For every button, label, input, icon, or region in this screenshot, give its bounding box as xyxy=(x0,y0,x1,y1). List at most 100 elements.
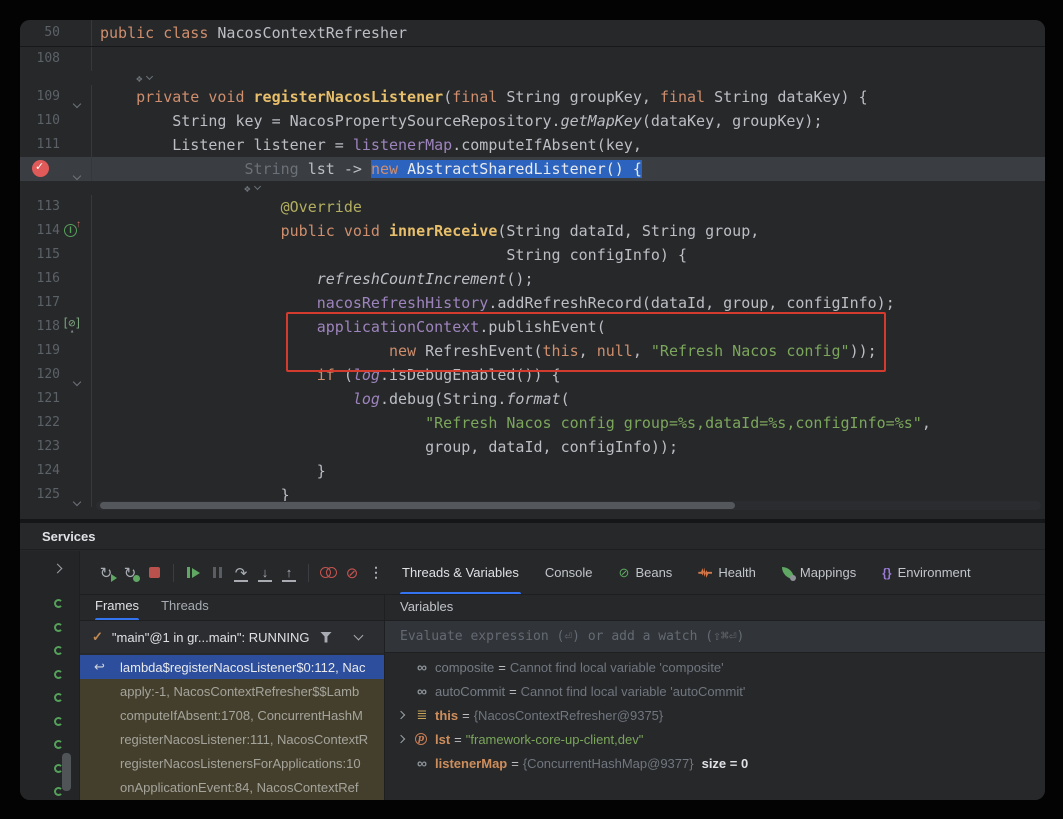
variables-pane-label: Variables xyxy=(385,595,1045,621)
code-segment: public class xyxy=(100,24,217,42)
rerun-button[interactable]: ↻ xyxy=(95,562,117,584)
chevron-down-icon[interactable] xyxy=(354,631,364,641)
tab-environment[interactable]: {}Environment xyxy=(882,551,970,594)
code-line: String lst -> new AbstractSharedListener… xyxy=(20,157,1045,181)
line-number[interactable]: 109 xyxy=(20,85,60,109)
line-number[interactable]: 124 xyxy=(20,459,60,483)
service-running-icon[interactable] xyxy=(54,717,63,726)
expand-services-icon[interactable] xyxy=(53,564,63,574)
variable-row[interactable]: autoCommit = Cannot find local variable … xyxy=(385,679,1045,703)
service-running-icon[interactable] xyxy=(54,740,63,749)
expand-chevron-icon[interactable] xyxy=(397,735,405,743)
no-suspend-marker-icon[interactable] xyxy=(62,316,81,330)
code-segment xyxy=(100,270,317,288)
thread-selector[interactable]: ✓ "main"@1 in gr...main": RUNNING xyxy=(80,621,384,653)
services-panel: Services ↻↻↷↓↑⊘⋮ Threads & VariablesCons… xyxy=(20,519,1045,800)
fold-chevron-icon[interactable] xyxy=(74,491,80,509)
code-line: 114 public void innerReceive(String data… xyxy=(20,219,1045,243)
evaluate-expression-input[interactable]: Evaluate expression (⏎) or add a watch (… xyxy=(385,621,1045,653)
service-running-icon[interactable] xyxy=(54,693,63,702)
code-line: 117 nacosRefreshHistory.addRefreshRecord… xyxy=(20,291,1045,315)
step-into-button[interactable]: ↓ xyxy=(254,562,276,584)
rerun-debug-button[interactable]: ↻ xyxy=(119,562,141,584)
line-number[interactable]: 114 xyxy=(20,219,60,243)
line-number[interactable]: 120 xyxy=(20,363,60,387)
more-actions-button[interactable]: ⋮ xyxy=(365,562,387,584)
code-segment xyxy=(100,342,389,360)
screen: 50 public class NacosContextRefresher 10… xyxy=(0,0,1063,819)
stop-button[interactable] xyxy=(143,562,165,584)
code-line: 118 applicationContext.publishEvent( xyxy=(20,315,1045,339)
frame-row[interactable]: lambda$registerNacosListener$0:112, Nac xyxy=(80,655,384,679)
service-running-icon[interactable] xyxy=(54,646,63,655)
tab-threads-variables[interactable]: Threads & Variables xyxy=(402,551,519,594)
line-number[interactable]: 116 xyxy=(20,267,60,291)
code-segment xyxy=(100,294,317,312)
tab-label: Console xyxy=(545,565,593,580)
line-number[interactable]: 111 xyxy=(20,133,60,157)
code-text: new RefreshEvent(this, null, "Refresh Na… xyxy=(92,339,877,363)
code-segment: String configInfo) { xyxy=(100,246,687,264)
watch-icon xyxy=(415,684,429,698)
frame-row[interactable]: registerNacosListener:111, NacosContextR xyxy=(80,727,384,751)
step-out-button[interactable]: ↑ xyxy=(278,562,300,584)
pause-button[interactable] xyxy=(206,562,228,584)
chevron-down-icon[interactable] xyxy=(254,183,261,190)
tab-health[interactable]: Health xyxy=(698,551,756,594)
service-running-icon[interactable] xyxy=(54,599,63,608)
line-number[interactable]: 125 xyxy=(20,483,60,507)
service-running-icon[interactable] xyxy=(54,623,63,632)
view-breakpoints-button[interactable] xyxy=(317,562,339,584)
variable-row[interactable]: lst = "framework-core-up-client,dev" xyxy=(385,727,1045,751)
line-number[interactable]: 121 xyxy=(20,387,60,411)
variable-row[interactable]: composite = Cannot find local variable '… xyxy=(385,655,1045,679)
variable-row[interactable]: this = {NacosContextRefresher@9375} xyxy=(385,703,1045,727)
tab-threads[interactable]: Threads xyxy=(161,595,209,620)
service-running-icon[interactable] xyxy=(54,670,63,679)
code-segment: Listener listener = xyxy=(100,136,353,154)
expand-chevron-icon[interactable] xyxy=(397,711,405,719)
ai-inlay-icon[interactable] xyxy=(244,182,251,195)
chevron-down-icon[interactable] xyxy=(146,73,153,80)
beans-icon: ⊘ xyxy=(619,565,630,581)
line-number[interactable]: 110 xyxy=(20,109,60,133)
line-number[interactable]: 117 xyxy=(20,291,60,315)
breakpoint-icon[interactable] xyxy=(32,160,49,177)
code-segment: AbstractSharedListener() { xyxy=(407,160,642,178)
line-number[interactable]: 119 xyxy=(20,339,60,363)
frame-row[interactable]: onApplicationEvent:84, NacosContextRef xyxy=(80,775,384,799)
frame-row[interactable]: computeIfAbsent:1708, ConcurrentHashM xyxy=(80,703,384,727)
tab-frames[interactable]: Frames xyxy=(95,595,139,620)
tab-console[interactable]: Console xyxy=(545,551,593,594)
step-over-button[interactable]: ↷ xyxy=(230,562,252,584)
resume-button[interactable] xyxy=(182,562,204,584)
ai-inlay-icon[interactable] xyxy=(136,72,143,85)
line-number[interactable]: 115 xyxy=(20,243,60,267)
horizontal-scrollbar-thumb[interactable] xyxy=(100,502,735,509)
code-segment: applicationContext xyxy=(317,318,480,336)
tab-mappings[interactable]: Mappings xyxy=(782,551,856,594)
code-segment: @Override xyxy=(281,198,362,216)
gutter: 122 xyxy=(20,411,92,435)
mute-breakpoints-button[interactable]: ⊘ xyxy=(341,562,363,584)
tab-beans[interactable]: ⊘ Beans xyxy=(619,551,673,594)
line-number[interactable]: 113 xyxy=(20,195,60,219)
horizontal-scrollbar-track[interactable] xyxy=(96,501,1041,510)
line-number[interactable]: 108 xyxy=(20,47,60,71)
line-number[interactable]: 50 xyxy=(20,20,60,46)
frame-row[interactable]: registerNacosListenersForApplications:10 xyxy=(80,751,384,775)
line-number[interactable]: 118 xyxy=(20,315,60,339)
code-text: if (log.isDebugEnabled()) { xyxy=(92,363,561,387)
tab-label: Beans xyxy=(635,565,672,580)
services-scrollbar-thumb[interactable] xyxy=(62,753,71,791)
line-number[interactable]: 123 xyxy=(20,435,60,459)
variable-name: listenerMap xyxy=(435,756,507,771)
code-editor: 50 public class NacosContextRefresher 10… xyxy=(20,20,1045,519)
frame-row[interactable]: apply:-1, NacosContextRefresher$$Lamb xyxy=(80,679,384,703)
override-marker-icon[interactable] xyxy=(64,224,77,237)
sticky-header-line[interactable]: 50 public class NacosContextRefresher xyxy=(20,20,1045,47)
code-segment xyxy=(100,160,245,178)
variable-row[interactable]: listenerMap = {ConcurrentHashMap@9377}si… xyxy=(385,751,1045,775)
line-number[interactable]: 122 xyxy=(20,411,60,435)
filter-funnel-icon[interactable] xyxy=(320,632,332,643)
